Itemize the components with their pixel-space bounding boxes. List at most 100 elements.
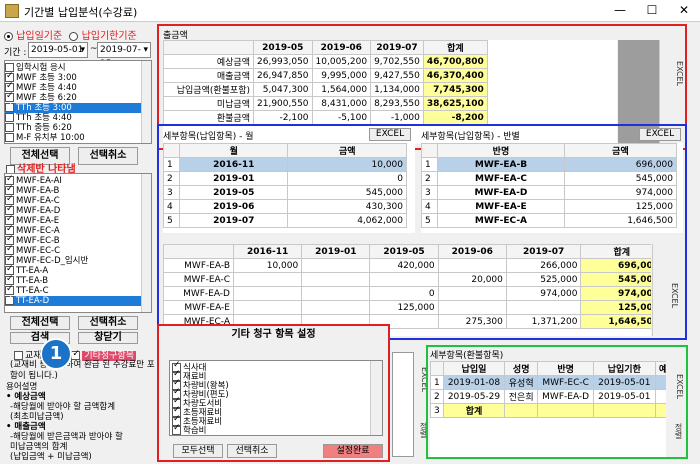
dialog-list-scrollbar[interactable] xyxy=(370,361,382,435)
refund-row[interactable]: 1 2019-01-08 유성혁 MWF-EC-C 2019-05-01 xyxy=(430,375,666,390)
item-list-item[interactable]: MWF-EC-C xyxy=(5,244,141,256)
class-detail-excel-button[interactable]: EXCEL xyxy=(639,128,681,141)
summary-cell: 5,047,300 xyxy=(253,82,313,97)
dialog-list-item[interactable]: 차량비(왕복) xyxy=(172,379,367,391)
class-row[interactable]: 5 MWF-EC-A 1,646,500 xyxy=(421,213,678,228)
maximize-button[interactable]: ☐ xyxy=(636,0,668,22)
class-list-scrollbar[interactable] xyxy=(141,61,151,143)
textbook-checkbox[interactable] xyxy=(14,351,23,360)
class-row[interactable]: 2 MWF-EA-C 545,000 xyxy=(421,171,678,186)
dialog-select-all-button[interactable]: 모두선택 xyxy=(173,444,223,458)
date-from-select[interactable]: 2019-05-01 ▾ xyxy=(28,42,88,58)
amount-cell: 545,000 xyxy=(287,185,407,200)
cross-row[interactable]: MWF-EA-E 125,000 125,000 xyxy=(163,300,651,315)
dialog-list-item[interactable]: 초등재료비 xyxy=(172,406,367,418)
item-list-item[interactable]: MWF-EC-D_임시반 xyxy=(5,254,141,266)
item-list[interactable]: MWF-EA-AIMWF-EA-BMWF-EA-CMWF-EA-DMWF-EA-… xyxy=(4,173,152,313)
item-checkbox[interactable] xyxy=(5,294,14,305)
class-list-item[interactable]: TTh 초등 4:40 xyxy=(5,113,141,123)
amount-cell: 430,300 xyxy=(287,199,407,214)
class-checkbox[interactable] xyxy=(5,123,14,132)
dialog-list-item[interactable]: 차량도서비 xyxy=(172,397,367,409)
month-detail-excel-button[interactable]: EXCEL xyxy=(369,128,411,141)
dialog-list-item[interactable]: 초등재료비 xyxy=(172,415,367,427)
class-checkbox[interactable] xyxy=(5,101,14,112)
row-number: 1 xyxy=(421,157,438,172)
summary-row[interactable]: 예상금액 26,993,050 10,005,200 9,702,550 46,700,… xyxy=(163,54,488,69)
item-list-item[interactable]: MWF-EA-B xyxy=(5,184,141,196)
dialog-item-list[interactable]: 식사대재료비차량비(왕복)차량비(편도)차량도서비초등재료비초등재료비학습비 xyxy=(169,360,383,436)
radio-duedate[interactable] xyxy=(69,31,79,41)
dialog-done-button[interactable]: 설정완료 xyxy=(323,444,383,458)
class-checkbox[interactable] xyxy=(5,133,14,142)
cross-row[interactable]: MWF-EA-D 0 974,000974,000 xyxy=(163,286,651,301)
class-list-item[interactable]: 입학시험 응시 xyxy=(5,63,141,73)
item-list-item[interactable]: MWF-EC-A xyxy=(5,224,141,236)
cancel-classes-button[interactable]: 선택취소 xyxy=(78,147,138,165)
summary-row[interactable]: 납입금액(환불포함) 5,047,300 1,564,000 1,134,000 7,7… xyxy=(163,82,488,97)
item-list-item[interactable]: MWF-EC-B xyxy=(5,234,141,246)
class-list-item[interactable]: MWF 초등 4:40 xyxy=(5,81,141,93)
cross-row[interactable]: MWF-EA-C 20,000525,000545,000 xyxy=(163,272,651,287)
refund-sort-button[interactable]: 정렬 xyxy=(672,419,684,443)
item-list-item[interactable]: TT-EA-D xyxy=(5,294,141,306)
row-num-header xyxy=(430,361,444,376)
summary-row-label: 납입금액(환불포함) xyxy=(163,82,254,97)
cross-excel-button[interactable]: EXCEL xyxy=(667,266,679,326)
item-list-item[interactable]: MWF-EA-C xyxy=(5,194,141,206)
close-window-button[interactable]: 창닫기 xyxy=(78,332,138,344)
dialog-list-item[interactable]: 학습비 xyxy=(172,424,367,435)
class-row[interactable]: 3 MWF-EA-D 974,000 xyxy=(421,185,678,200)
item-label: TT-EA-B xyxy=(16,276,49,286)
other-items-checkbox[interactable] xyxy=(71,349,81,360)
month-row[interactable]: 3 2019-05 545,000 xyxy=(163,185,407,200)
item-list-item[interactable]: MWF-EA-E xyxy=(5,214,141,226)
minimize-button[interactable]: — xyxy=(604,0,636,22)
item-list-item[interactable]: TT-EA-C xyxy=(5,284,141,296)
dialog-list-item[interactable]: 차량비(편도) xyxy=(172,388,367,400)
summary-cell: 9,427,550 xyxy=(370,68,424,83)
cross-row[interactable]: MWF-EA-B10,000 420,000 266,000696,000 xyxy=(163,258,651,273)
dialog-item-checkbox[interactable] xyxy=(172,424,181,435)
summary-excel-button[interactable]: EXCEL xyxy=(672,44,684,104)
class-list-item[interactable]: TTh 중등 6:20 xyxy=(5,123,141,133)
month-row[interactable]: 2 2019-01 0 xyxy=(163,171,407,186)
close-button[interactable]: ✕ xyxy=(668,0,700,22)
class-list-item[interactable]: MWF 초등 3:00 xyxy=(5,71,141,83)
item-list-item[interactable]: MWF-EA-D xyxy=(5,204,141,216)
item-list-item[interactable]: TT-EA-B xyxy=(5,274,141,286)
class-list[interactable]: 입학시험 응시MWF 초등 3:00MWF 초등 4:40MWF 초등 6:20… xyxy=(4,60,152,144)
row-number: 4 xyxy=(421,199,438,214)
cross-scrollbar[interactable] xyxy=(652,244,662,336)
summary-cell: 8,431,000 xyxy=(311,96,372,111)
refund-cell: 2019-05-29 xyxy=(442,389,506,404)
refund-excel-button[interactable]: EXCEL xyxy=(672,365,684,409)
class-row[interactable]: 1 MWF-EA-B 696,000 xyxy=(421,157,678,172)
summary-row[interactable]: 매출금액 26,947,850 9,995,000 9,427,550 46,370,4… xyxy=(163,68,488,83)
bottom-list[interactable] xyxy=(392,352,414,457)
cross-row-label: MWF-EA-B xyxy=(163,258,234,273)
cross-cell: 0 xyxy=(369,286,439,301)
month-row[interactable]: 1 2016-11 10,000 xyxy=(163,157,407,172)
item-list-scrollbar[interactable] xyxy=(141,174,151,312)
radio-paydate[interactable] xyxy=(4,31,13,41)
class-list-item[interactable]: TTh 초등 3:00 xyxy=(5,101,141,113)
month-row[interactable]: 5 2019-07 4,062,000 xyxy=(163,213,407,228)
date-to-select[interactable]: 2019-07-25▾ xyxy=(97,42,151,69)
class-list-item[interactable]: M-F 유치부 10:00 xyxy=(5,133,141,143)
dialog-list-item[interactable]: 식사대 xyxy=(172,361,367,373)
item-list-item[interactable]: TT-EA-A xyxy=(5,264,141,276)
dialog-cancel-button[interactable]: 선택취소 xyxy=(227,444,277,458)
class-row[interactable]: 4 MWF-EA-E 125,000 xyxy=(421,199,678,214)
item-list-item[interactable]: MWF-EA-AI xyxy=(5,174,141,186)
refund-row[interactable]: 2 2019-05-29 전은희 MWF-EA-D 2019-05-01 xyxy=(430,389,666,404)
summary-row[interactable]: 환불금액 -2,100 -5,100 -1,000 -8,200 xyxy=(163,110,488,125)
refund-row[interactable]: 3 합계 xyxy=(430,403,666,418)
class-checkbox[interactable] xyxy=(5,113,14,122)
month-row[interactable]: 4 2019-06 430,300 xyxy=(163,199,407,214)
class-list-item[interactable]: MWF 초등 6:20 xyxy=(5,91,141,103)
summary-row[interactable]: 미납금액 21,900,550 8,431,000 8,293,550 38,625,1… xyxy=(163,96,488,111)
select-all-items-button[interactable]: 전체선택 xyxy=(10,316,70,330)
dialog-list-item[interactable]: 재료비 xyxy=(172,370,367,382)
cancel-items-button[interactable]: 선택취소 xyxy=(78,316,138,330)
